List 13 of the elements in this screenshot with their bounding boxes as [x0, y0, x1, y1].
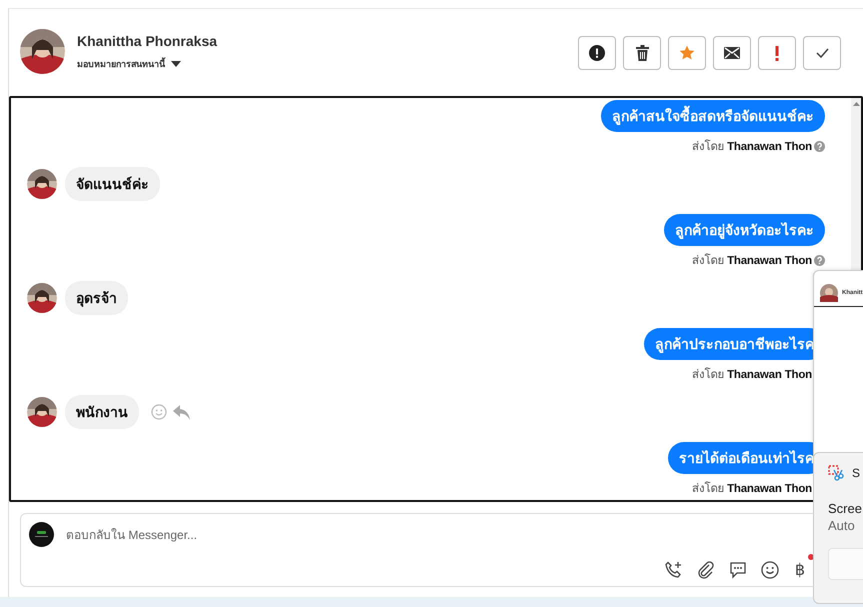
- contact-name: Khanittha Phonraksa: [77, 32, 218, 48]
- sender-label: ส่งโดย Thanawan Thon: [692, 138, 812, 155]
- received-message: อุดรจ้า: [65, 281, 128, 315]
- sender-label: ส่งโดย Thanawan Thon: [692, 366, 812, 383]
- app-name: S: [852, 466, 860, 480]
- notification-title: Scree: [828, 501, 863, 516]
- sender-label: ส่งโดย Thanawan Thon: [692, 252, 812, 269]
- reply-placeholder: ตอบกลับใน Messenger...: [66, 527, 198, 544]
- received-message: พนักงาน: [65, 395, 139, 429]
- sent-message: ลูกค้าอยู่จังหวัดอะไรคะ: [664, 214, 825, 246]
- received-message: จัดแนนช์ค่ะ: [65, 167, 160, 201]
- sent-message: ลูกค้าสนใจซื้อสดหรือจัดแนนช์คะ: [601, 100, 825, 132]
- sender-label: ส่งโดย Thanawan Thon: [692, 480, 812, 497]
